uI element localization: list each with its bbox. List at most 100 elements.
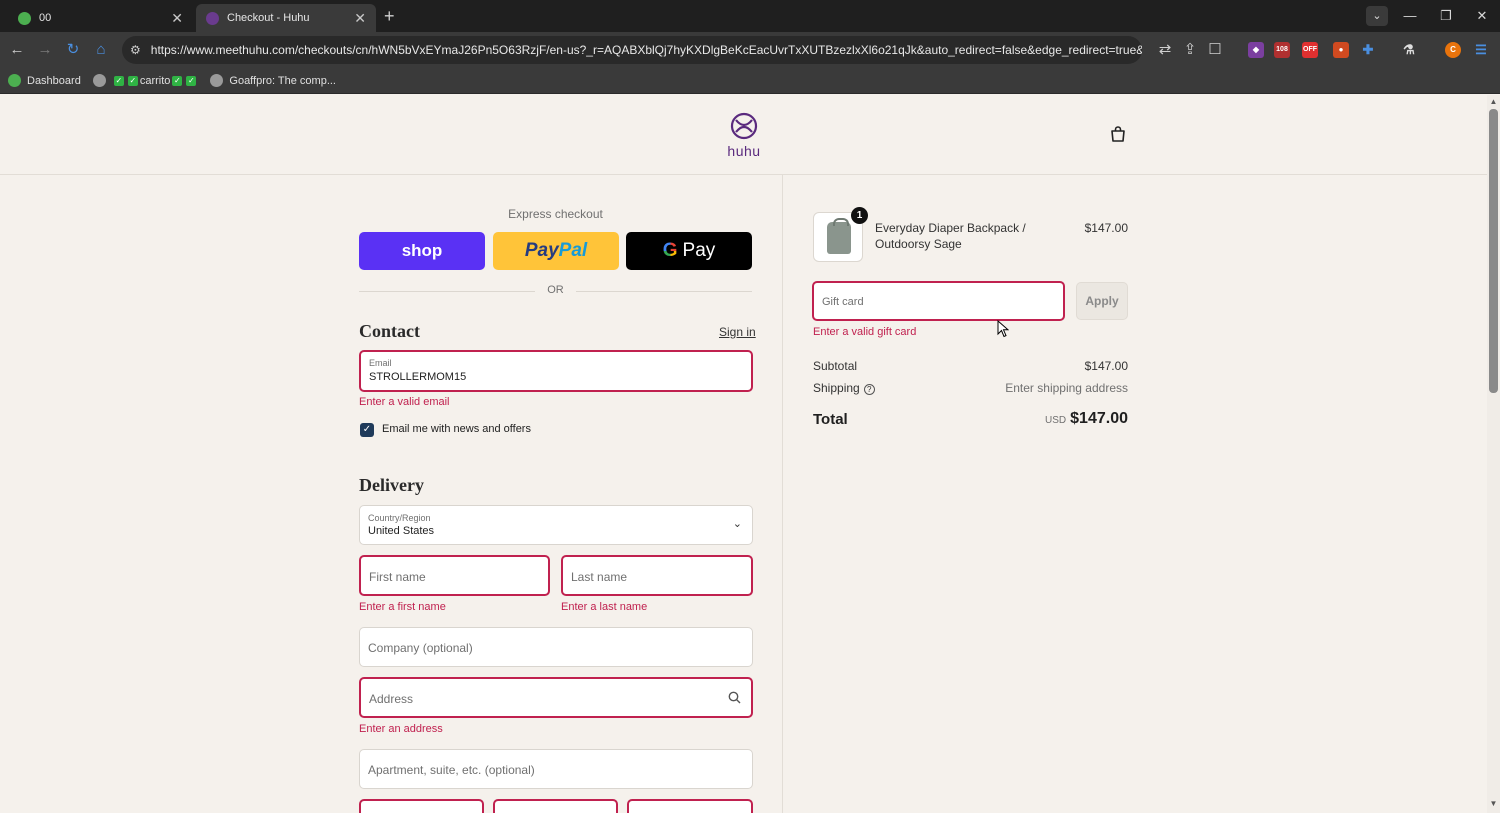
bookmark-icon[interactable]: ☐ <box>1205 40 1225 60</box>
total-value-row: USD $147.00 <box>960 410 1128 428</box>
first-name-field[interactable]: First name <box>359 555 550 596</box>
scroll-up-icon[interactable]: ▲ <box>1487 97 1500 106</box>
gift-card-error: Enter a valid gift card <box>813 326 917 338</box>
state-field[interactable] <box>493 799 618 813</box>
delivery-title: Delivery <box>359 475 424 495</box>
first-name-placeholder: First name <box>369 570 426 584</box>
check-icon: ✓ <box>186 75 197 86</box>
extension-icon[interactable]: ◆ <box>1248 42 1264 58</box>
bookmark-label: Dashboard <box>27 74 81 87</box>
shop-pay-button[interactable]: shop <box>359 232 485 270</box>
check-icon: ✓ <box>113 75 124 86</box>
sign-in-link[interactable]: Sign in <box>719 325 756 339</box>
bookmark-goaffpro[interactable]: Goaffpro: The comp... <box>210 74 336 87</box>
close-tab-icon[interactable]: ✕ <box>354 10 366 27</box>
new-tab-icon[interactable]: + <box>384 6 395 26</box>
profile-avatar[interactable]: C <box>1445 42 1461 58</box>
address-field[interactable]: Address <box>359 677 753 718</box>
store-header: huhu <box>0 95 1487 175</box>
apply-button[interactable]: Apply <box>1076 282 1128 320</box>
browser-tab[interactable]: 00 ✕ <box>8 4 193 32</box>
gift-card-field[interactable]: Gift card <box>812 281 1065 321</box>
product-name: Everyday Diaper Backpack / Outdoorsy Sag… <box>875 221 1026 251</box>
shipping-label: Shipping <box>813 381 860 395</box>
paypal-label-pal: Pal <box>558 240 588 261</box>
browser-toolbar: ← → ↻ ⌂ ⚙ https://www.meethuhu.com/check… <box>0 32 1500 68</box>
browser-tab-active[interactable]: Checkout - Huhu ✕ <box>196 4 376 32</box>
checkout-page: huhu Express checkout shop Pay Pal G Pay … <box>0 95 1487 813</box>
address-placeholder: Address <box>369 692 414 706</box>
extension-counter-icon[interactable]: 108 <box>1274 42 1290 58</box>
email-field[interactable]: Email STROLLERMOM15 <box>359 350 753 392</box>
reload-icon[interactable]: ↻ <box>63 40 83 60</box>
close-tab-icon[interactable]: ✕ <box>171 10 183 27</box>
country-select[interactable]: Country/Region United States ⌄ <box>359 505 753 545</box>
site-info-icon[interactable]: ⚙ <box>130 43 141 57</box>
email-error: Enter a valid email <box>359 396 450 408</box>
restore-icon[interactable]: ❐ <box>1431 6 1461 26</box>
extension-icon[interactable]: ● <box>1333 42 1349 58</box>
page-scrollbar[interactable]: ▲ ▼ <box>1487 95 1500 813</box>
share-icon[interactable]: ⇪ <box>1180 40 1200 60</box>
first-name-error: Enter a first name <box>359 601 446 613</box>
forward-icon[interactable]: → <box>35 40 55 60</box>
tab-favicon-icon <box>18 11 31 25</box>
bookmark-label: carrito <box>139 74 171 87</box>
product-price: $147.00 <box>1084 221 1128 235</box>
tab-search-icon[interactable]: ⌄ <box>1366 6 1388 26</box>
shop-pay-label: shop <box>401 241 443 260</box>
apartment-placeholder: Apartment, suite, etc. (optional) <box>368 763 535 777</box>
or-separator: OR <box>359 284 752 298</box>
zip-field[interactable] <box>627 799 753 813</box>
bookmark-carrito[interactable]: ✓ ✓ carrito ✓ ✓ <box>92 74 199 87</box>
express-checkout-title: Express checkout <box>508 207 603 221</box>
city-field[interactable] <box>359 799 484 813</box>
help-icon[interactable]: ? <box>863 384 875 395</box>
last-name-error: Enter a last name <box>561 601 648 613</box>
google-pay-label: Pay <box>682 240 716 261</box>
home-icon[interactable]: ⌂ <box>91 40 111 60</box>
scroll-down-icon[interactable]: ▼ <box>1487 799 1500 808</box>
newsletter-label: Email me with news and offers <box>382 423 531 435</box>
google-pay-button[interactable]: G Pay <box>626 232 752 270</box>
address-bar[interactable]: ⚙ https://www.meethuhu.com/checkouts/cn/… <box>122 36 1142 64</box>
shipping-value: Enter shipping address <box>1005 381 1128 395</box>
close-window-icon[interactable]: ✕ <box>1467 6 1497 26</box>
company-placeholder: Company (optional) <box>368 641 473 655</box>
email-value: STROLLERMOM15 <box>369 371 467 383</box>
check-icon: ✓ <box>172 75 183 86</box>
dashboard-favicon-icon <box>8 74 21 87</box>
last-name-placeholder: Last name <box>571 570 628 584</box>
extension-off-icon[interactable]: OFF <box>1302 42 1318 58</box>
company-field[interactable]: Company (optional) <box>359 627 753 667</box>
bookmark-label: Goaffpro: The comp... <box>229 74 336 87</box>
extensions-puzzle-icon[interactable]: ✚ <box>1360 42 1376 58</box>
apartment-field[interactable]: Apartment, suite, etc. (optional) <box>359 749 753 789</box>
paypal-button[interactable]: Pay Pal <box>493 232 619 270</box>
shipping-row: Shipping? <box>813 381 875 395</box>
total-label: Total <box>813 411 848 428</box>
store-logo[interactable]: huhu <box>722 112 766 159</box>
bookmark-dashboard[interactable]: Dashboard <box>8 74 81 87</box>
shopping-bag-icon[interactable] <box>1109 125 1127 148</box>
last-name-field[interactable]: Last name <box>561 555 753 596</box>
labs-flask-icon[interactable]: ⚗ <box>1401 42 1417 58</box>
huhu-logo-icon <box>730 112 758 140</box>
logo-text: huhu <box>727 143 761 159</box>
search-icon <box>728 691 741 704</box>
scrollbar-thumb[interactable] <box>1489 109 1498 393</box>
tab-favicon-icon <box>206 11 219 25</box>
backpack-image <box>827 218 851 254</box>
total-amount: $147.00 <box>1070 410 1128 427</box>
paypal-label-pay: Pay <box>524 240 559 261</box>
total-currency: USD <box>1045 415 1067 426</box>
subtotal-value: $147.00 <box>1084 359 1128 373</box>
email-label: Email <box>369 358 392 368</box>
translate-icon[interactable]: ⇄ <box>1155 40 1175 60</box>
address-error: Enter an address <box>359 723 443 735</box>
minimize-icon[interactable]: — <box>1395 6 1425 26</box>
back-icon[interactable]: ← <box>7 40 27 60</box>
newsletter-checkbox[interactable]: ✓ <box>360 423 374 437</box>
subtotal-label: Subtotal <box>813 359 858 373</box>
menu-icon[interactable]: ☰ <box>1473 42 1489 58</box>
